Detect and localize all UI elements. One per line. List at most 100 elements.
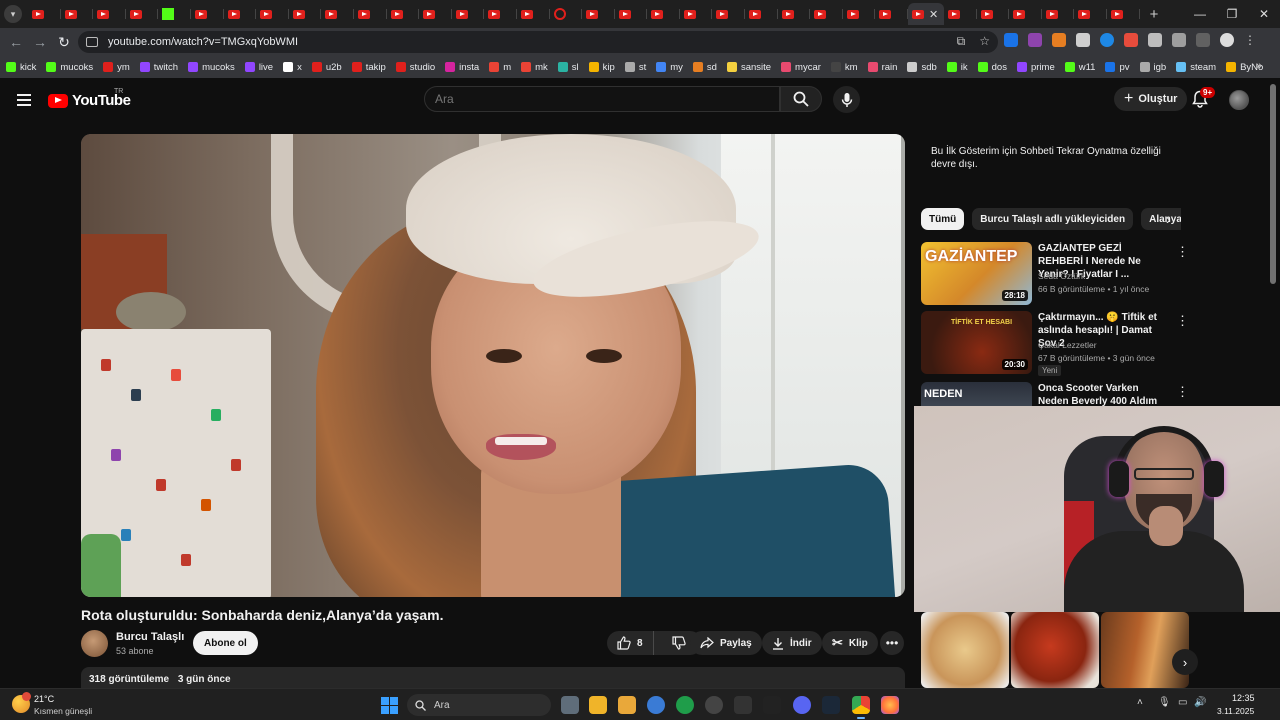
browser-tab[interactable] (452, 3, 485, 25)
microphone-icon[interactable]: 🎙 (1158, 697, 1171, 708)
chevron-up-icon[interactable]: ˄ (1137, 697, 1143, 708)
extension-icon[interactable] (1028, 33, 1042, 47)
file-explorer-icon[interactable] (589, 696, 607, 714)
network-icon[interactable]: ▭ (1178, 697, 1187, 708)
profile-avatar[interactable] (1220, 33, 1234, 47)
bookmark-item[interactable]: sd (692, 62, 717, 73)
recommendation-thumbnail[interactable]: TİFTİK ET HESABI 20:30 (921, 311, 1032, 374)
weather-description[interactable]: Kısmen güneşli (34, 706, 92, 716)
shorts-thumbnail[interactable] (921, 612, 1009, 688)
minimize-button[interactable]: — (1184, 7, 1216, 21)
bookmark-item[interactable]: takip (351, 62, 386, 73)
bookmark-item[interactable]: w11 (1064, 62, 1095, 73)
bookmark-star-icon[interactable]: ☆ (979, 34, 990, 49)
browser-tab[interactable] (387, 3, 420, 25)
extension-icon[interactable] (1052, 33, 1066, 47)
browser-tab[interactable] (550, 3, 583, 25)
start-button[interactable] (381, 697, 398, 714)
browser-tab[interactable] (484, 3, 517, 25)
browser-tab[interactable] (875, 3, 908, 25)
extension-icon[interactable] (1076, 33, 1090, 47)
browser-menu-icon[interactable]: ⋮ (1244, 33, 1256, 47)
browser-tab[interactable] (224, 3, 257, 25)
clock-time[interactable]: 12:35 (1232, 693, 1255, 703)
channel-name[interactable]: Burcu Talaşlı (116, 631, 184, 643)
bookmark-item[interactable]: sansite (726, 62, 771, 73)
extension-icon[interactable] (1148, 33, 1162, 47)
create-button[interactable]: + Oluştur (1114, 87, 1188, 111)
guide-menu-icon[interactable] (17, 94, 31, 106)
bookmark-item[interactable]: mucoks (188, 62, 235, 73)
browser-tab[interactable] (615, 3, 648, 25)
app-icon[interactable] (705, 696, 723, 714)
shorts-thumbnail[interactable] (1101, 612, 1189, 688)
bookmark-item[interactable]: mucoks (46, 62, 93, 73)
recommendation-channel[interactable]: Çakal Lezzetler (1038, 340, 1097, 350)
taskbar-search[interactable]: Ara (407, 694, 551, 716)
cast-icon[interactable]: ⧉ (957, 34, 966, 49)
channel-avatar[interactable] (81, 630, 108, 657)
bookmark-item[interactable]: live (244, 62, 273, 73)
browser-tab[interactable] (1009, 3, 1042, 25)
browser-tab[interactable] (321, 3, 354, 25)
clip-button[interactable]: ✂ Klip (822, 631, 878, 655)
bookmark-item[interactable]: x (283, 62, 302, 73)
bookmark-item[interactable]: steam (1176, 62, 1216, 73)
bookmark-item[interactable]: rain (867, 62, 897, 73)
browser-tab[interactable] (289, 3, 322, 25)
settings-gear-icon[interactable] (647, 696, 665, 714)
like-button[interactable]: 8 (607, 631, 654, 655)
site-info-icon[interactable] (86, 37, 98, 47)
bookmarks-overflow-icon[interactable]: » (1256, 60, 1262, 72)
bookmark-item[interactable]: twitch (139, 62, 178, 73)
bookmark-item[interactable]: m (489, 62, 511, 73)
recommendation-item[interactable]: GAZİANTEP 28:18 GAZİANTEP GEZİ REHBERİ I… (921, 242, 1191, 306)
browser-tab[interactable] (256, 3, 289, 25)
share-button[interactable]: Paylaş (690, 631, 762, 655)
temperature[interactable]: 21°C (34, 694, 54, 704)
recommendation-channel[interactable]: Seda Öztürk (1038, 271, 1085, 281)
browser-tab[interactable] (191, 3, 224, 25)
store-icon[interactable] (618, 696, 636, 714)
chrome-icon[interactable] (852, 696, 870, 719)
shorts-thumbnail[interactable] (1011, 612, 1099, 688)
reload-button[interactable]: ↻ (52, 34, 76, 51)
close-tab-icon[interactable]: ✕ (929, 8, 938, 21)
more-vertical-icon[interactable]: ⋮ (1176, 313, 1189, 329)
chip-all[interactable]: Tümü (921, 208, 965, 230)
browser-tab[interactable] (1107, 3, 1140, 25)
address-bar[interactable]: youtube.com/watch?v=TMGxqYobWMI ⧉ ☆ (78, 31, 998, 53)
bookmark-item[interactable]: sdb (907, 62, 937, 73)
browser-tab[interactable] (28, 3, 61, 25)
browser-tab[interactable] (745, 3, 778, 25)
task-view-icon[interactable] (561, 696, 579, 714)
browser-tab[interactable] (517, 3, 550, 25)
app-icon[interactable] (763, 696, 781, 714)
back-button[interactable]: ← (4, 34, 28, 50)
chip-from-uploader[interactable]: Burcu Talaşlı adlı yükleyiciden (972, 208, 1134, 230)
browser-tab[interactable] (712, 3, 745, 25)
browser-tab[interactable] (419, 3, 452, 25)
search-button[interactable] (780, 86, 822, 112)
reading-list-icon[interactable] (1196, 33, 1210, 47)
extension-icon[interactable] (1124, 33, 1138, 47)
extension-icon[interactable] (1100, 33, 1114, 47)
browser-tab-active[interactable]: ✕ (908, 3, 945, 25)
recommendation-title[interactable]: Onca Scooter Varken Neden Beverly 400 Al… (1038, 382, 1168, 406)
discord-icon[interactable] (793, 696, 811, 714)
browser-tab[interactable] (680, 3, 713, 25)
download-button[interactable]: İndir (762, 631, 822, 655)
bookmark-item[interactable]: prime (1016, 62, 1055, 73)
bookmark-item[interactable]: my (656, 62, 683, 73)
bookmark-item[interactable]: insta (445, 62, 479, 73)
extensions-puzzle-icon[interactable] (1172, 33, 1186, 47)
recommendation-item[interactable]: NEDEN Onca Scooter Varken Neden Beverly … (921, 382, 1191, 406)
forward-button[interactable]: → (28, 34, 52, 50)
browser-tab[interactable] (93, 3, 126, 25)
video-player[interactable] (81, 134, 905, 597)
browser-tab[interactable] (977, 3, 1010, 25)
new-tab-button[interactable]: + (1150, 6, 1159, 23)
search-box[interactable] (424, 86, 780, 112)
browser-tab[interactable] (778, 3, 811, 25)
close-window-button[interactable]: ✕ (1248, 7, 1280, 21)
